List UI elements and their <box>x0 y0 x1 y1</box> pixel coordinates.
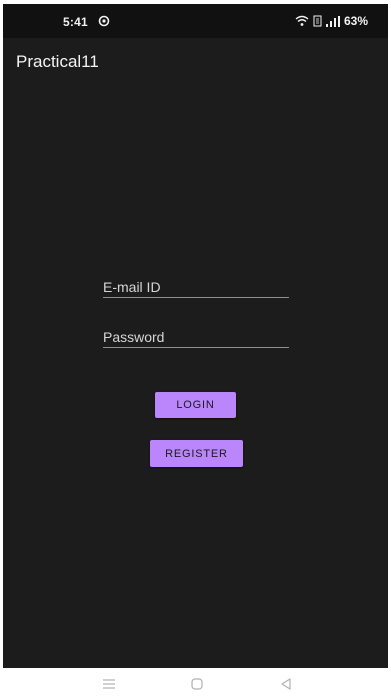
app-title: Practical11 <box>16 52 99 71</box>
status-icons: 63% <box>295 14 368 28</box>
sim-icon <box>313 15 322 27</box>
status-time: 5:41 <box>63 15 88 29</box>
app-bar: Practical11 <box>3 38 388 82</box>
password-input[interactable] <box>103 329 289 345</box>
sync-icon <box>98 15 110 27</box>
navigation-bar <box>0 672 391 696</box>
home-icon[interactable] <box>189 676 205 692</box>
status-bar: 5:41 63% <box>3 4 388 38</box>
email-input[interactable] <box>103 279 289 295</box>
register-button[interactable]: REGISTER <box>150 440 243 467</box>
menu-icon[interactable] <box>101 676 117 692</box>
app-screen: 5:41 63% Practical11 E-mail ID LOGIN REG… <box>3 4 388 668</box>
battery-percentage: 63% <box>343 14 368 28</box>
back-icon[interactable] <box>278 676 294 692</box>
phone-frame: 5:41 63% Practical11 E-mail ID LOGIN REG… <box>0 0 391 696</box>
signal-icon <box>325 15 340 27</box>
password-field-container <box>103 318 289 348</box>
wifi-icon <box>295 15 309 26</box>
email-field-container <box>103 268 289 298</box>
login-button[interactable]: LOGIN <box>155 392 236 418</box>
